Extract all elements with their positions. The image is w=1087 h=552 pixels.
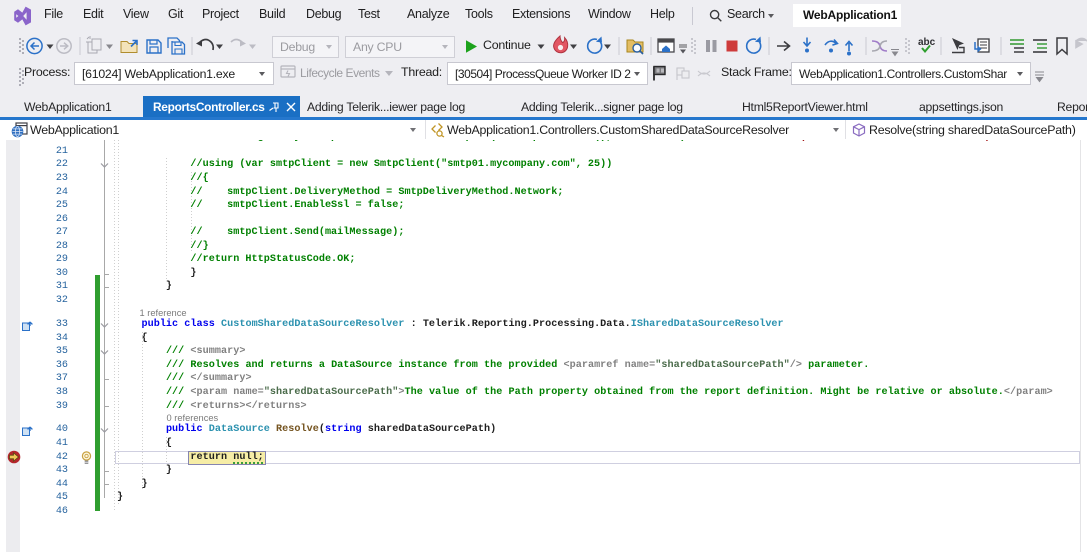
svg-text:abc: abc xyxy=(918,37,936,48)
